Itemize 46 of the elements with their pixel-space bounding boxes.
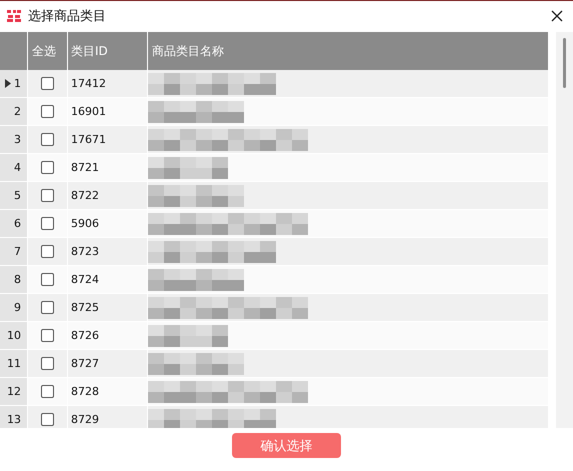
row-number: 1 bbox=[14, 77, 21, 90]
table-cell: 17671 bbox=[71, 133, 106, 146]
checkbox[interactable] bbox=[41, 301, 54, 314]
checkbox[interactable] bbox=[41, 413, 54, 426]
checkbox[interactable] bbox=[41, 385, 54, 398]
row-number: 10 bbox=[7, 329, 21, 342]
checkbox[interactable] bbox=[41, 105, 54, 118]
table-cell: 8721 bbox=[71, 161, 99, 174]
table-cell: 8724 bbox=[71, 273, 99, 286]
scrollbar[interactable] bbox=[556, 32, 573, 428]
row-number: 6 bbox=[14, 217, 21, 230]
checkbox[interactable] bbox=[41, 189, 54, 202]
table-cell: 16901 bbox=[71, 105, 106, 118]
checkbox[interactable] bbox=[41, 133, 54, 146]
row-number: 4 bbox=[14, 161, 21, 174]
row-number: 2 bbox=[14, 105, 21, 118]
row-number: 3 bbox=[14, 133, 21, 146]
row-number: 11 bbox=[7, 357, 21, 370]
table-cell: 8723 bbox=[71, 245, 99, 258]
app-logo-icon bbox=[6, 9, 22, 23]
table-cell: 5906 bbox=[71, 217, 99, 230]
checkbox[interactable] bbox=[41, 161, 54, 174]
confirm-button[interactable]: 确认选择 bbox=[232, 433, 341, 458]
row-number: 5 bbox=[14, 189, 21, 202]
checkbox[interactable] bbox=[41, 329, 54, 342]
table-cell: 8728 bbox=[71, 385, 99, 398]
row-number: 8 bbox=[14, 273, 21, 286]
table-cell: 8725 bbox=[71, 301, 99, 314]
scrollbar-thumb[interactable] bbox=[563, 38, 566, 88]
column-header: 商品类目名称 bbox=[151, 42, 225, 60]
table-cell: 8729 bbox=[71, 413, 99, 426]
close-icon[interactable] bbox=[551, 10, 563, 22]
checkbox[interactable] bbox=[41, 357, 54, 370]
window-title: 选择商品类目 bbox=[28, 8, 107, 25]
table-cell: 8722 bbox=[71, 189, 99, 202]
checkbox[interactable] bbox=[41, 273, 54, 286]
table-cell: 8726 bbox=[71, 329, 99, 342]
row-number: 7 bbox=[14, 245, 21, 258]
table-cell: 17412 bbox=[71, 77, 106, 90]
row-number: 12 bbox=[7, 385, 21, 398]
checkbox[interactable] bbox=[41, 245, 54, 258]
checkbox[interactable] bbox=[41, 77, 54, 90]
row-number: 9 bbox=[14, 301, 21, 314]
checkbox[interactable] bbox=[41, 217, 54, 230]
table-cell: 8727 bbox=[71, 357, 99, 370]
row-number: 13 bbox=[7, 413, 21, 426]
